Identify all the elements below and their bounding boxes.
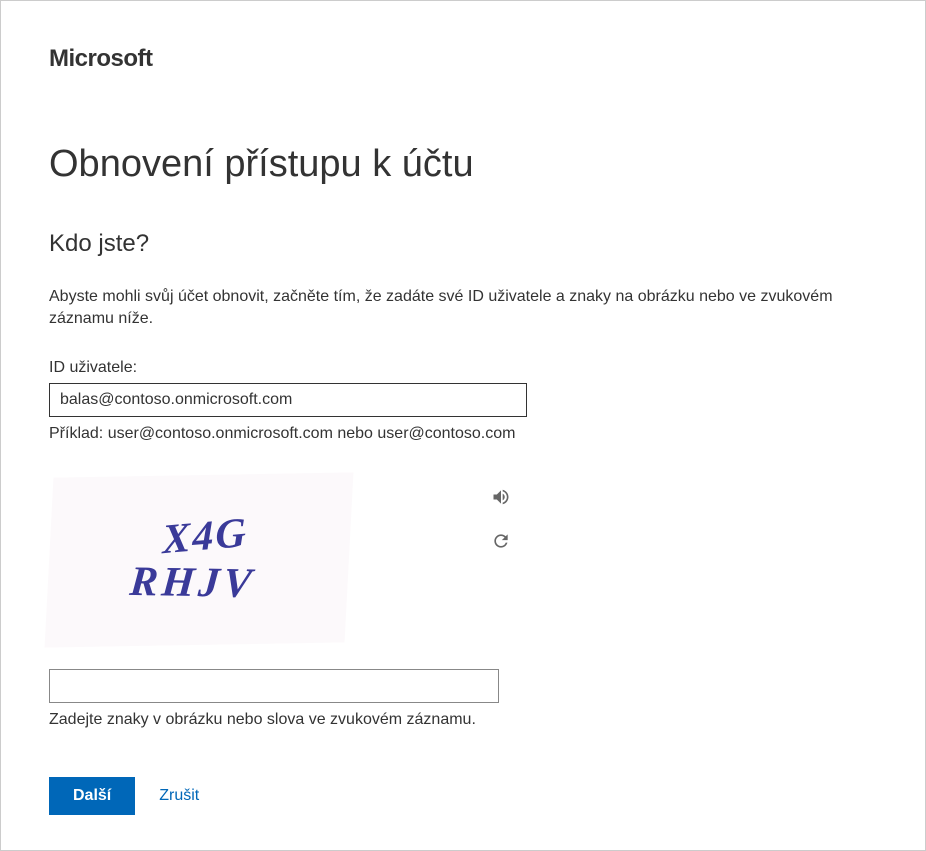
captcha-input[interactable] <box>49 669 499 703</box>
cancel-button[interactable]: Zrušit <box>159 787 199 805</box>
audio-captcha-icon[interactable] <box>489 485 513 509</box>
captcha-image: X4G RHJV <box>45 472 354 647</box>
page-title: Obnovení přístupu k účtu <box>49 143 877 186</box>
instructions-text: Abyste mohli svůj účet obnovit, začněte … <box>49 286 869 331</box>
page-subtitle: Kdo jste? <box>49 230 877 258</box>
captcha-text-line2: RHJV <box>128 559 257 607</box>
refresh-captcha-icon[interactable] <box>489 529 513 553</box>
user-id-input[interactable] <box>49 383 527 417</box>
user-id-label: ID uživatele: <box>49 359 877 377</box>
captcha-help-text: Zadejte znaky v obrázku nebo slova ve zv… <box>49 711 877 729</box>
microsoft-logo: Microsoft <box>49 45 877 73</box>
captcha-text-line1: X4G <box>142 508 269 565</box>
next-button[interactable]: Další <box>49 777 135 815</box>
user-id-example: Příklad: user@contoso.onmicrosoft.com ne… <box>49 425 877 443</box>
